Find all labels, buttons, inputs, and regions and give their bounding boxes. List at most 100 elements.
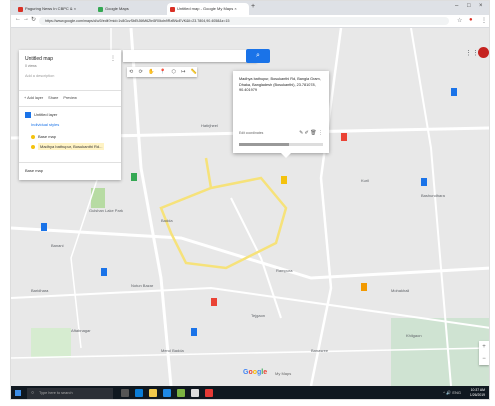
map-description[interactable]: Add a description (25, 74, 54, 78)
delete-icon[interactable]: 🗑 (310, 130, 316, 136)
hand-icon[interactable]: ✋ (148, 69, 154, 75)
redo-icon[interactable]: ⟳ (139, 69, 143, 75)
preview-button[interactable]: Preview (63, 96, 77, 100)
place-info-popup: Madhya bathupur, Bosukanthi Rd, Bangla G… (233, 71, 329, 158)
divider (19, 162, 121, 163)
place-marker-icon[interactable] (191, 328, 197, 336)
place-marker-icon[interactable] (101, 268, 107, 276)
task-view-icon[interactable] (121, 389, 129, 397)
maximize-button[interactable]: □ (467, 3, 471, 9)
marker-dot-icon (31, 134, 35, 139)
add-marker-icon[interactable]: 📍 (160, 69, 166, 75)
location-marker-icon[interactable] (281, 176, 287, 184)
map-label: Bashundhara (421, 193, 445, 198)
map-label: Gulshan Lake Park (89, 208, 124, 213)
add-layer-button[interactable]: + Add layer (24, 96, 43, 100)
map-title[interactable]: Untitled map (25, 56, 53, 62)
minimize-button[interactable]: – (455, 3, 458, 9)
marker-dot-icon (31, 144, 35, 149)
app-icon[interactable] (177, 389, 185, 397)
back-button[interactable]: ← (15, 16, 21, 22)
place-marker-icon[interactable] (421, 178, 427, 186)
place-address: Madhya bathupur, Bosukanthi Rd, Bangla G… (239, 77, 321, 92)
layer-item[interactable]: Base map (31, 134, 56, 139)
forward-button[interactable]: → (23, 16, 29, 22)
map-legend-panel: Untitled map 0 views Add a description ⋮… (19, 50, 121, 180)
start-button[interactable] (15, 390, 21, 396)
map-label: Khilgaon (406, 333, 422, 338)
apps-grid-icon[interactable]: ⋮⋮ (465, 49, 479, 57)
taskbar-search[interactable]: ○ Type here to search (27, 388, 113, 399)
style-icon[interactable]: ✎ (299, 130, 303, 136)
clock-date: 1/26/2019 (469, 393, 485, 397)
map-tools-bar: ⟲ ⟳ ✋ 📍 ⬡ ↦ 📏 (127, 67, 197, 77)
tab-2-active[interactable]: Untitled map - Google My Maps × (167, 3, 249, 15)
edge-icon[interactable] (135, 389, 143, 397)
map-label: Baridhara (31, 288, 49, 293)
search-icon: ○ (31, 390, 35, 396)
bookmark-star-icon[interactable]: ☆ (457, 17, 462, 24)
map-label: Banasree (311, 348, 329, 353)
browser-menu-icon[interactable]: ⋮ (481, 17, 487, 24)
more-icon[interactable]: ⋮ (318, 130, 323, 136)
my-maps-label: My Maps (275, 371, 292, 376)
new-tab-button[interactable]: + (251, 3, 255, 10)
close-window-button[interactable]: × (479, 3, 483, 9)
draw-line-icon[interactable]: ⬡ (171, 69, 175, 75)
map-label: Kuril (361, 178, 370, 183)
search-icon: ⌕ (256, 52, 260, 59)
selected-place-item[interactable]: Madhya bathupur, Bosukanthi Rd... (31, 143, 105, 150)
store-icon[interactable] (163, 389, 171, 397)
measure-icon[interactable]: 📏 (191, 69, 197, 75)
browser-window: Paguring News In CBPC & × Google Maps Un… (10, 0, 490, 400)
popup-actions: ✎ ✐ 🗑 ⋮ (299, 130, 323, 136)
map-label: Notun Bazar (131, 283, 154, 288)
tab-strip: Paguring News In CBPC & × Google Maps Un… (11, 1, 489, 15)
popup-bar (239, 143, 323, 146)
selected-place-label: Madhya bathupur, Bosukanthi Rd... (38, 143, 105, 150)
layer-checkbox[interactable] (25, 112, 31, 118)
undo-icon[interactable]: ⟲ (129, 69, 133, 75)
map-label: Badda (161, 218, 173, 223)
file-explorer-icon[interactable] (149, 389, 157, 397)
zoom-in-button[interactable]: + (479, 341, 489, 353)
tab-title: Paguring News In CBPC & × (25, 6, 77, 11)
extension-icon[interactable]: ● (469, 17, 473, 23)
divider (19, 106, 121, 107)
system-tray[interactable]: ^ 🔊 ENG (443, 390, 461, 395)
avatar[interactable] (478, 47, 489, 58)
taskbar-clock[interactable]: 10:37 AM 1/26/2019 (470, 388, 485, 398)
individual-styles-link[interactable]: Individual styles (31, 122, 59, 127)
place-marker-icon[interactable] (341, 133, 347, 141)
tab-0[interactable]: Paguring News In CBPC & × (15, 3, 93, 15)
reload-button[interactable]: ↻ (31, 16, 36, 23)
favicon-icon (170, 7, 175, 12)
divider (19, 90, 121, 91)
browser-toolbar: ← → ↻ https://www.google.com/maps/d/u/0/… (11, 15, 489, 28)
map-search-input[interactable] (123, 50, 257, 62)
place-marker-icon[interactable] (361, 283, 367, 291)
favicon-icon (18, 7, 23, 12)
taskbar-search-placeholder: Type here to search (39, 391, 73, 395)
chrome-icon[interactable] (205, 389, 213, 397)
share-button[interactable]: Share (48, 96, 58, 100)
park-marker-icon[interactable] (131, 173, 137, 181)
google-logo: Google (243, 369, 268, 376)
mail-icon[interactable] (191, 389, 199, 397)
place-marker-icon[interactable] (451, 88, 457, 96)
map-label: Mohakhali (391, 288, 410, 293)
zoom-out-button[interactable]: − (479, 353, 489, 365)
tab-title: Google Maps (105, 6, 129, 11)
panel-menu-icon[interactable]: ⋮ (110, 55, 116, 62)
place-marker-icon[interactable] (211, 298, 217, 306)
address-bar[interactable]: https://www.google.com/maps/d/u/0/edit?m… (39, 17, 449, 25)
search-button[interactable]: ⌕ (246, 49, 270, 63)
edit-icon[interactable]: ✐ (305, 130, 309, 136)
base-map-row[interactable]: Base map (25, 168, 43, 173)
place-marker-icon[interactable] (41, 223, 47, 231)
panel-actions: + Add layer Share Preview (24, 96, 81, 100)
tab-1[interactable]: Google Maps (95, 3, 165, 15)
edit-coordinates-link[interactable]: Edit coordinates (239, 131, 263, 135)
directions-icon[interactable]: ↦ (181, 69, 185, 75)
layer-row[interactable]: Untitled layer (25, 112, 57, 118)
